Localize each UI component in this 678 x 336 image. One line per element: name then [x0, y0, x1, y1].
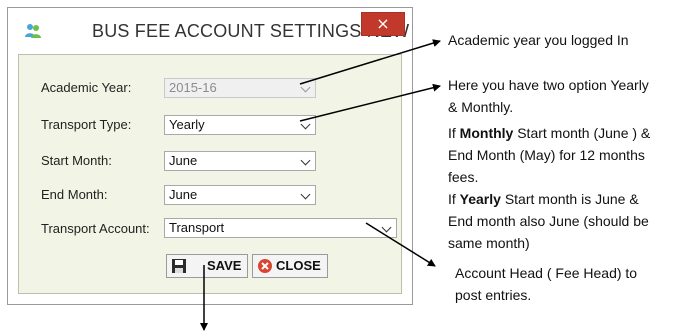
- arrow-account: [365, 222, 436, 267]
- annotation-arrows: [200, 39, 441, 331]
- arrow-academic-year: [299, 39, 441, 85]
- arrow-transport-type: [299, 83, 441, 122]
